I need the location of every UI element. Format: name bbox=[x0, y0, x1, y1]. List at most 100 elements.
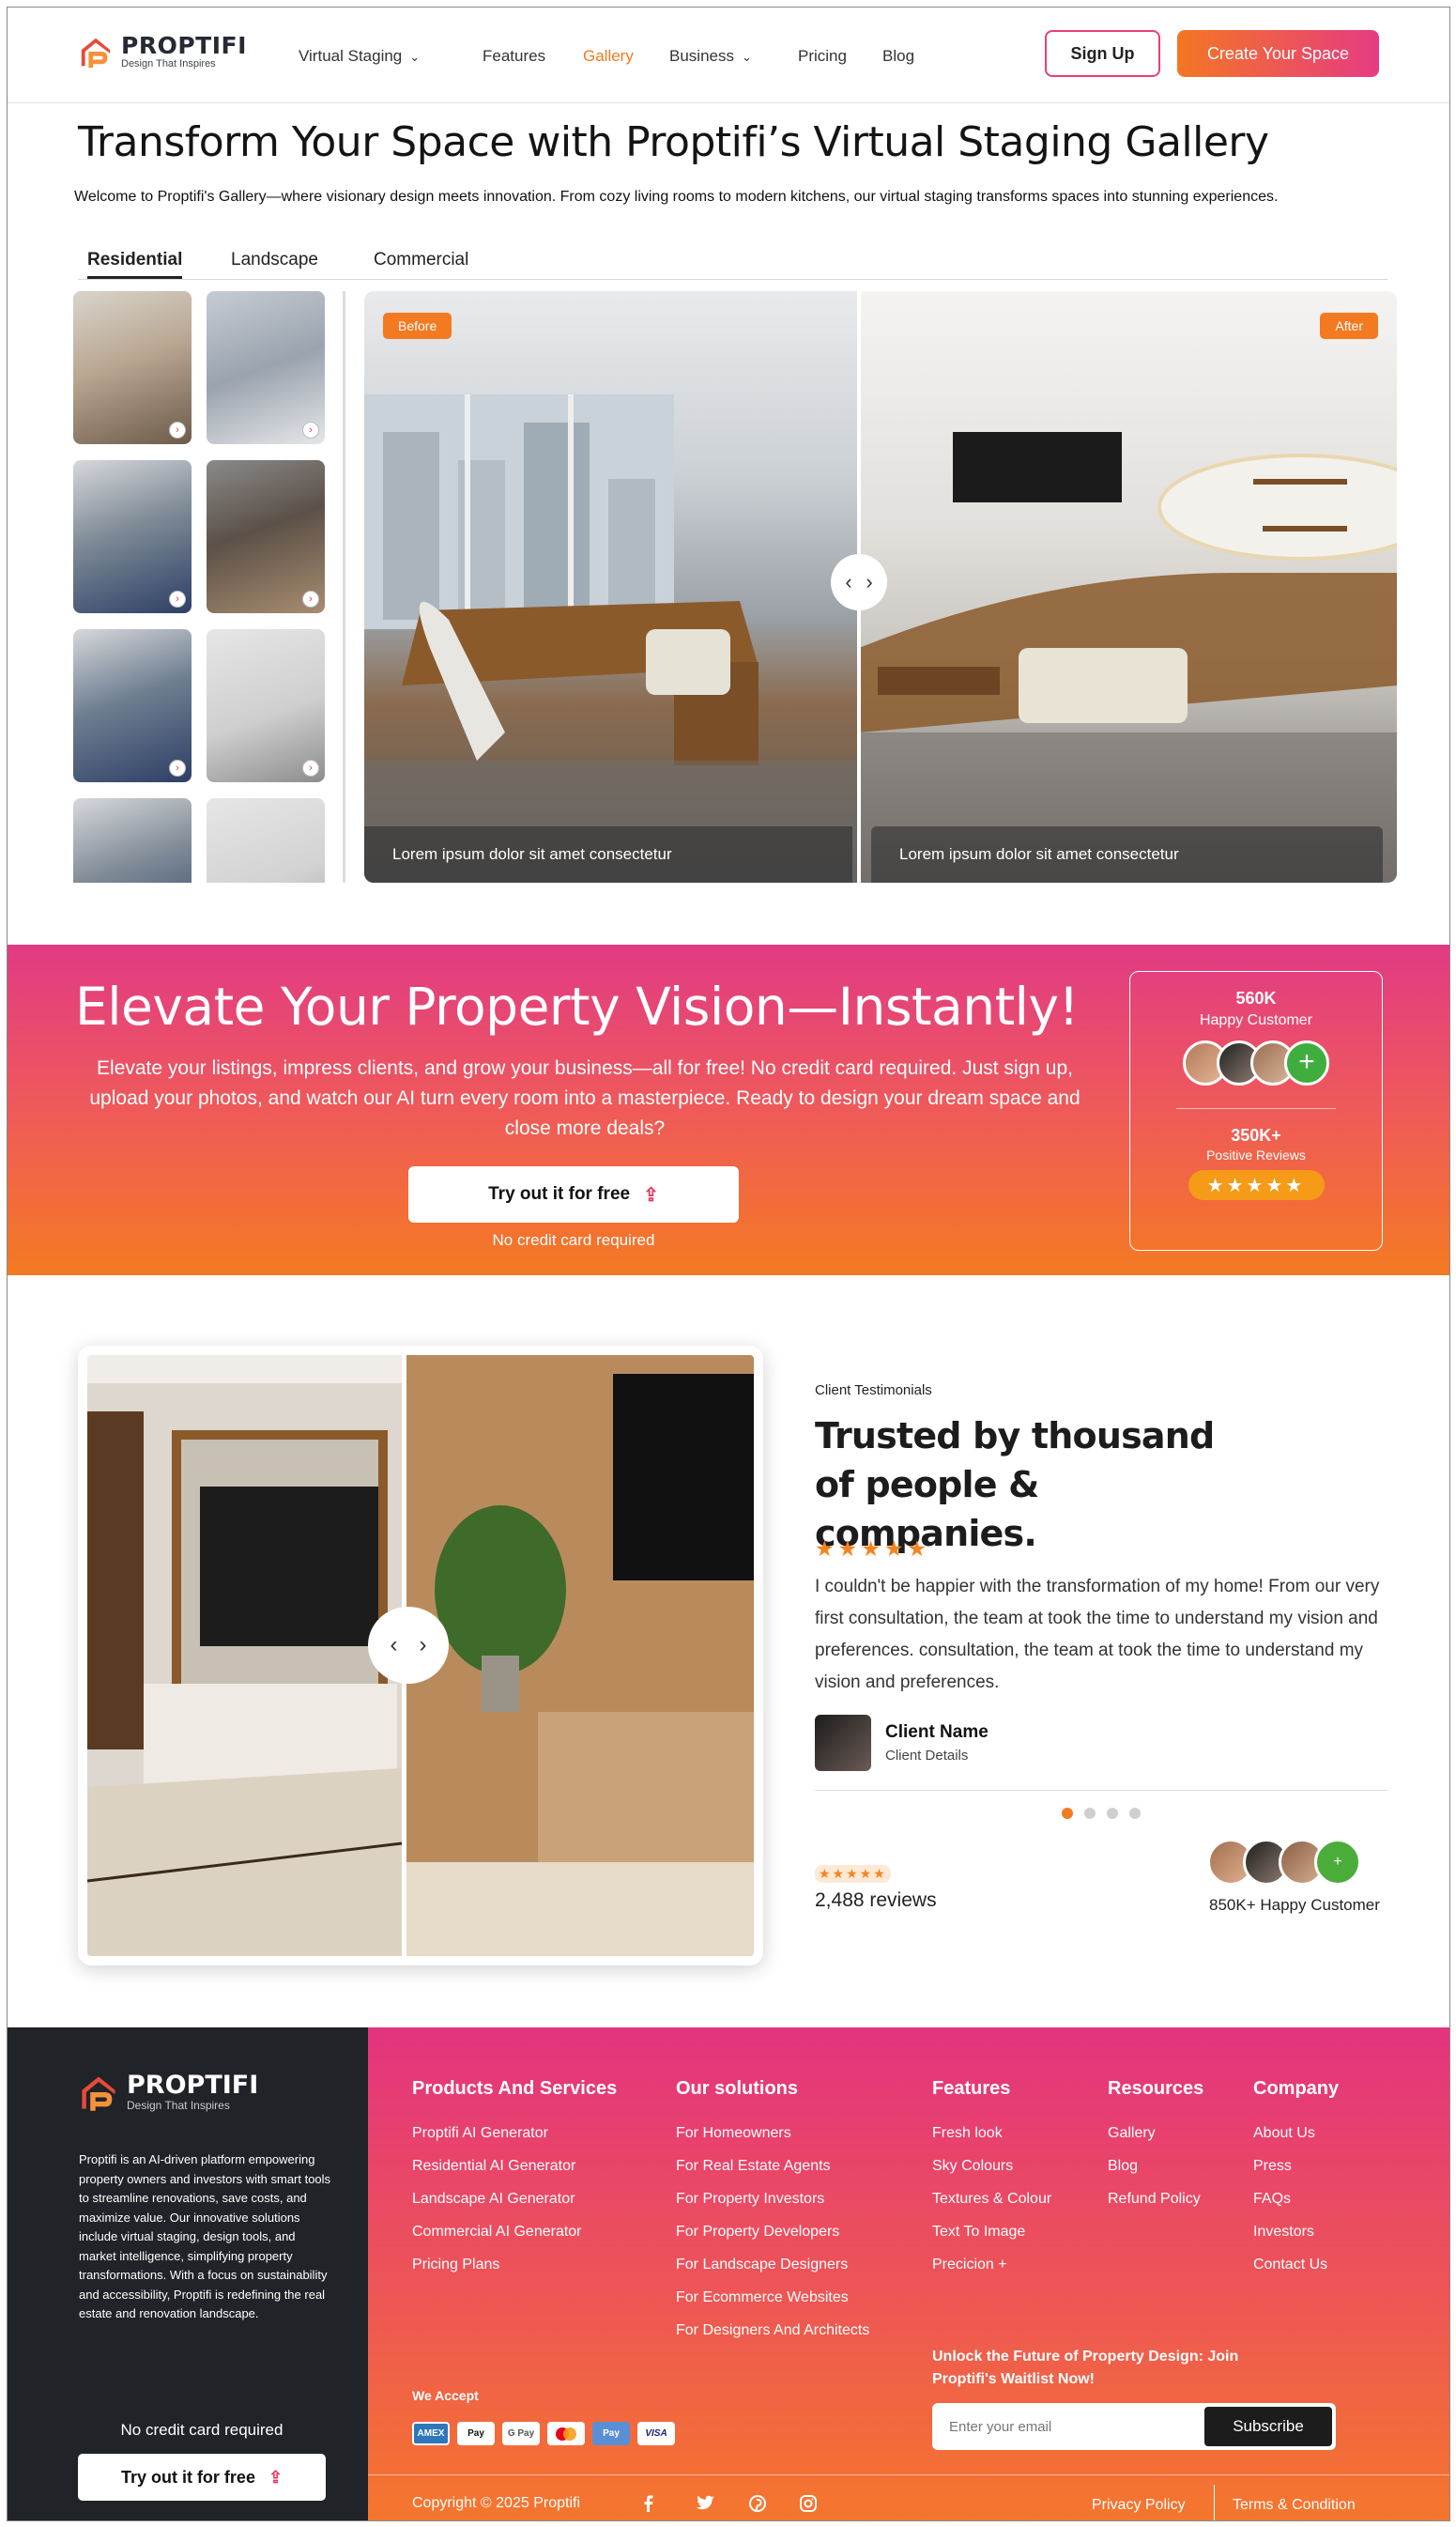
footer-column-products: Products And Services Proptifi AI Genera… bbox=[412, 2078, 617, 2281]
footer-link[interactable]: Sky Colours bbox=[932, 2149, 1051, 2182]
terms-link[interactable]: Terms & Condition bbox=[1233, 2497, 1356, 2514]
footer-link[interactable]: Contact Us bbox=[1253, 2248, 1339, 2281]
nav-pricing[interactable]: Pricing bbox=[798, 47, 847, 66]
footer-link[interactable]: Refund Policy bbox=[1108, 2182, 1203, 2215]
footer-link[interactable]: Gallery bbox=[1108, 2117, 1203, 2149]
footer-link[interactable]: About Us bbox=[1253, 2117, 1339, 2149]
nav-business[interactable]: Business ⌄ bbox=[669, 47, 752, 66]
footer-link[interactable]: Proptifi AI Generator bbox=[412, 2117, 617, 2149]
stat-customers-value: 560K bbox=[1235, 989, 1277, 1008]
thumbnail-list[interactable]: › › › › › › bbox=[73, 291, 345, 883]
footer-link[interactable]: Fresh look bbox=[932, 2117, 1051, 2149]
footer-link[interactable]: FAQs bbox=[1253, 2182, 1339, 2215]
footer-link[interactable]: Residential AI Generator bbox=[412, 2149, 617, 2182]
brand-logo[interactable]: PROPTIFI Design That Inspires bbox=[78, 34, 247, 69]
thumbnail[interactable]: › bbox=[73, 460, 192, 613]
before-after-viewer[interactable]: ‹ › Before After Lorem ipsum dolor sit am… bbox=[364, 291, 1397, 883]
arrow-right-icon: › bbox=[169, 422, 186, 439]
happy-customer-count: 850K+ Happy Customer bbox=[1209, 1896, 1380, 1914]
carousel-dot[interactable] bbox=[1129, 1808, 1141, 1819]
footer-link[interactable]: For Landscape Designers bbox=[676, 2248, 869, 2281]
thumbnail[interactable]: › bbox=[73, 291, 192, 444]
office-before-illustration bbox=[364, 394, 859, 883]
try-free-button[interactable]: Try out it for free ⇪ bbox=[408, 1166, 739, 1223]
column-title: Products And Services bbox=[412, 2078, 618, 2099]
footer-logo[interactable]: PROPTIFI Design That Inspires bbox=[78, 2072, 258, 2113]
footer-link[interactable]: Text To Image bbox=[932, 2215, 1051, 2248]
instagram-icon[interactable] bbox=[799, 2494, 818, 2513]
create-space-button[interactable]: Create Your Space bbox=[1177, 30, 1379, 77]
footer-no-credit-note: No credit card required bbox=[120, 2421, 284, 2439]
carousel-dot[interactable] bbox=[1107, 1808, 1118, 1819]
footer-link[interactable]: For Real Estate Agents bbox=[676, 2149, 869, 2182]
chevron-down-icon: ⌄ bbox=[741, 50, 752, 64]
chevron-down-icon: ⌄ bbox=[409, 50, 421, 64]
nav-virtual-staging[interactable]: Virtual Staging ⌄ bbox=[299, 47, 420, 66]
nav-blog[interactable]: Blog bbox=[882, 47, 914, 66]
footer-link[interactable]: For Property Investors bbox=[676, 2182, 869, 2215]
carousel-dot[interactable] bbox=[1062, 1808, 1073, 1819]
footer-link[interactable]: For Property Developers bbox=[676, 2215, 869, 2248]
footer-link[interactable]: For Designers And Architects bbox=[676, 2314, 869, 2347]
sign-up-button[interactable]: Sign Up bbox=[1045, 30, 1160, 77]
facebook-icon[interactable] bbox=[640, 2494, 657, 2513]
banner-title: Elevate Your Property Vision—Instantly! bbox=[75, 977, 1080, 1037]
subscribe-button[interactable]: Subscribe bbox=[1204, 2407, 1332, 2446]
thumbnail[interactable]: › bbox=[207, 629, 325, 782]
thumbnail[interactable] bbox=[207, 798, 325, 883]
nav-features[interactable]: Features bbox=[483, 47, 545, 66]
footer-link[interactable]: For Homeowners bbox=[676, 2117, 869, 2149]
privacy-policy-link[interactable]: Privacy Policy bbox=[1092, 2497, 1186, 2514]
stat-reviews-label: Positive Reviews bbox=[1206, 1148, 1306, 1163]
twitter-icon[interactable] bbox=[695, 2494, 715, 2513]
footer-link[interactable]: Pricing Plans bbox=[412, 2248, 617, 2281]
client-avatar bbox=[815, 1715, 871, 1771]
tab-commercial[interactable]: Commercial bbox=[374, 250, 468, 270]
column-title: Our solutions bbox=[676, 2078, 798, 2099]
newsletter-form: Subscribe bbox=[932, 2403, 1336, 2450]
footer-link[interactable]: Precicion + bbox=[932, 2248, 1051, 2281]
logo-mark-icon bbox=[82, 2076, 115, 2111]
footer-link[interactable]: Investors bbox=[1253, 2215, 1339, 2248]
thumbnail[interactable]: › bbox=[207, 460, 325, 613]
footer-link[interactable]: For Ecommerce Websites bbox=[676, 2281, 869, 2314]
chevron-left-icon: ‹ bbox=[845, 570, 852, 593]
plus-icon: + bbox=[1314, 1839, 1361, 1886]
footer-brand-name: PROPTIFI bbox=[127, 2071, 259, 2100]
mastercard-circles bbox=[556, 2427, 576, 2441]
column-title: Resources bbox=[1108, 2078, 1204, 2099]
after-badge: After bbox=[1320, 313, 1378, 339]
before-image bbox=[364, 291, 859, 883]
tab-residential[interactable]: Residential bbox=[87, 250, 183, 279]
divider bbox=[815, 1790, 1387, 1791]
nav-gallery[interactable]: Gallery bbox=[583, 47, 634, 66]
footer-link[interactable]: Textures & Colour bbox=[932, 2182, 1051, 2215]
footer-link[interactable]: Commercial AI Generator bbox=[412, 2215, 617, 2248]
arrow-right-icon: › bbox=[169, 591, 186, 608]
carousel-dot[interactable] bbox=[1084, 1808, 1096, 1819]
footer-link[interactable]: Press bbox=[1253, 2149, 1339, 2182]
mastercard-icon bbox=[547, 2422, 585, 2445]
pinterest-icon[interactable] bbox=[748, 2494, 767, 2513]
visa-icon: VISA bbox=[637, 2422, 675, 2445]
footer-try-free-button[interactable]: Try out it for free ⇪ bbox=[78, 2454, 326, 2501]
gallery-tabs: Residential Landscape Commercial bbox=[78, 242, 1387, 280]
office-after-illustration bbox=[859, 432, 1397, 883]
testimonial-compare-image[interactable]: ‹ › bbox=[78, 1346, 763, 1965]
footer-link[interactable]: Landscape AI Generator bbox=[412, 2182, 617, 2215]
amex-icon: AMEX bbox=[412, 2422, 450, 2445]
tab-landscape[interactable]: Landscape bbox=[231, 250, 318, 270]
email-input[interactable] bbox=[932, 2403, 1204, 2450]
arrow-right-icon: › bbox=[302, 760, 319, 777]
arrow-right-icon: › bbox=[302, 422, 319, 439]
thumbnail[interactable]: › bbox=[207, 291, 325, 444]
thumbnail[interactable]: › bbox=[73, 629, 192, 782]
footer-link[interactable]: Blog bbox=[1108, 2149, 1203, 2182]
footer-column-company: Company About Us Press FAQs Investors Co… bbox=[1253, 2078, 1339, 2281]
before-caption: Lorem ipsum dolor sit amet consectetur bbox=[364, 826, 852, 883]
client-details: Client Details bbox=[885, 1748, 969, 1764]
client-name: Client Name bbox=[885, 1722, 989, 1742]
compare-slider-handle[interactable]: ‹ › bbox=[368, 1607, 449, 1684]
compare-slider-handle[interactable]: ‹ › bbox=[831, 554, 887, 610]
thumbnail[interactable] bbox=[73, 798, 192, 883]
